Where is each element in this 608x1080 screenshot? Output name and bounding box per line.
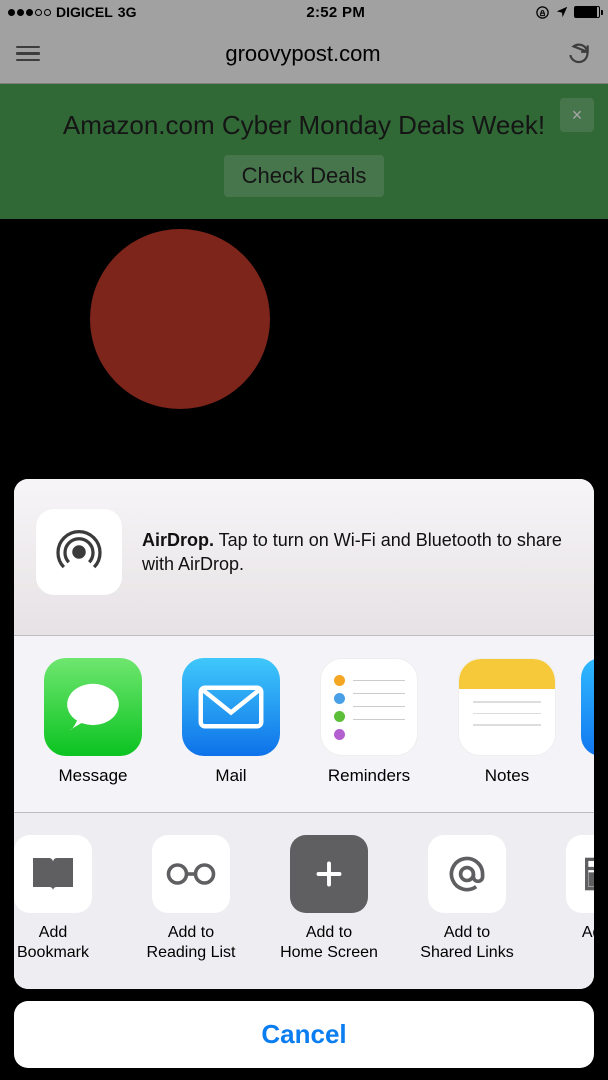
reminders-icon xyxy=(320,658,418,756)
notes-icon xyxy=(458,658,556,756)
more-action-icon xyxy=(566,835,594,913)
airdrop-icon xyxy=(36,509,122,595)
airdrop-title: AirDrop. xyxy=(142,530,214,550)
action-shared-links[interactable]: Add to Shared Links xyxy=(398,835,536,963)
app-label: Mail xyxy=(215,766,246,786)
share-app-message[interactable]: Message xyxy=(24,658,162,786)
message-icon xyxy=(44,658,142,756)
mail-icon xyxy=(182,658,280,756)
share-app-notes[interactable]: Notes xyxy=(438,658,576,786)
share-app-reminders[interactable]: Reminders xyxy=(300,658,438,786)
share-sheet: AirDrop. Tap to turn on Wi-Fi and Blueto… xyxy=(14,479,594,1068)
action-row[interactable]: Add Bookmark Add to Reading List Add to … xyxy=(14,813,594,989)
action-label: Add to Home Screen xyxy=(280,923,378,963)
share-app-mail[interactable]: Mail xyxy=(162,658,300,786)
action-label: Add to xyxy=(582,923,594,943)
bookmark-icon xyxy=(14,835,92,913)
action-label: Add to Reading List xyxy=(147,923,236,963)
cancel-button[interactable]: Cancel xyxy=(14,1001,594,1068)
share-sheet-panel: AirDrop. Tap to turn on Wi-Fi and Blueto… xyxy=(14,479,594,989)
action-more[interactable]: Add to xyxy=(536,835,594,963)
app-label: Message xyxy=(59,766,128,786)
airdrop-text: AirDrop. Tap to turn on Wi-Fi and Blueto… xyxy=(142,528,572,577)
glasses-icon xyxy=(152,835,230,913)
plus-icon xyxy=(290,835,368,913)
at-icon xyxy=(428,835,506,913)
action-label: Add to Shared Links xyxy=(420,923,513,963)
app-label: Notes xyxy=(485,766,529,786)
action-home-screen[interactable]: Add to Home Screen xyxy=(260,835,398,963)
action-label: Add Bookmark xyxy=(17,923,89,963)
action-reading-list[interactable]: Add to Reading List xyxy=(122,835,260,963)
action-add-bookmark[interactable]: Add Bookmark xyxy=(14,835,122,963)
app-label: Reminders xyxy=(328,766,410,786)
app-row[interactable]: Message Mail Reminders xyxy=(14,636,594,812)
share-app-more[interactable] xyxy=(576,658,594,786)
more-app-icon xyxy=(581,658,594,756)
airdrop-section[interactable]: AirDrop. Tap to turn on Wi-Fi and Blueto… xyxy=(14,479,594,635)
